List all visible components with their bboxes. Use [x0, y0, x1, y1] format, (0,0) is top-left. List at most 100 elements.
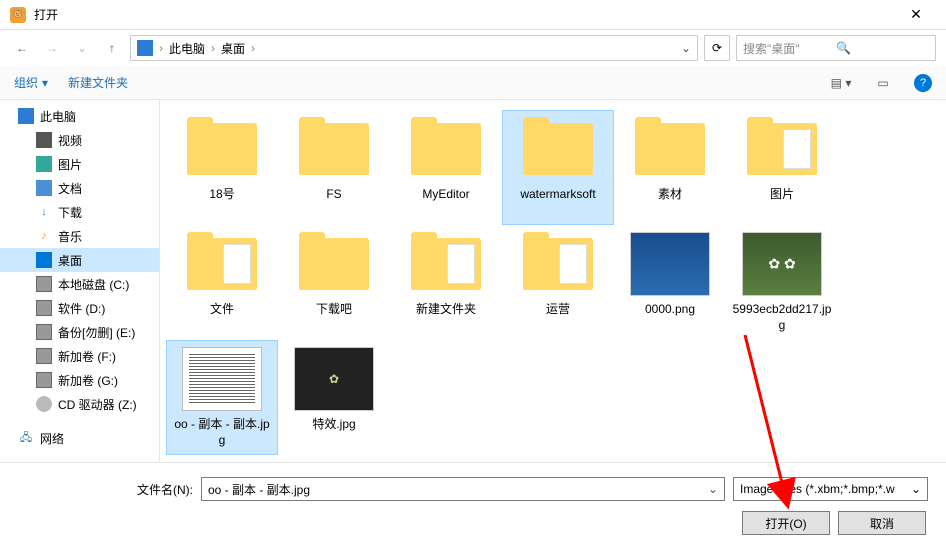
sidebar-item-vid[interactable]: 视频 [0, 128, 159, 152]
folder-item[interactable]: MyEditor [390, 110, 502, 225]
file-item[interactable]: 5993ecb2dd217.jpg [726, 225, 838, 340]
up-button[interactable]: ↑ [100, 36, 124, 60]
item-label: 文件 [210, 302, 234, 318]
e-icon [36, 324, 52, 340]
search-input[interactable]: 搜索"桌面" 🔍 [736, 35, 936, 61]
chevron-right-icon: › [159, 41, 163, 55]
thumbnail [182, 232, 262, 296]
item-label: watermarksoft [520, 187, 595, 203]
desk-icon [36, 252, 52, 268]
item-label: oo - 副本 - 副本.jpg [171, 417, 273, 448]
refresh-button[interactable]: ⟳ [704, 35, 730, 61]
thumbnail [406, 232, 486, 296]
dl-icon: ↓ [36, 204, 52, 220]
recent-dropdown-icon[interactable]: ⌄ [70, 36, 94, 60]
chevron-right-icon: › [211, 41, 215, 55]
thumbnail [182, 117, 262, 181]
file-type-filter[interactable]: Image Files (*.xbm;*.bmp;*.w ⌄ [733, 477, 928, 501]
thumbnail [182, 347, 262, 411]
chevron-down-icon: ▾ [42, 76, 48, 90]
item-label: 运营 [546, 302, 570, 318]
chevron-down-icon[interactable]: ⌄ [911, 482, 921, 496]
sidebar-item-f[interactable]: 新加卷 (F:) [0, 344, 159, 368]
view-icons-button[interactable]: ▤ ▾ [830, 76, 852, 90]
view-preview-button[interactable]: ▭ [872, 76, 894, 90]
item-label: FS [326, 187, 341, 203]
thumbnail [742, 117, 822, 181]
chevron-right-icon: › [251, 41, 255, 55]
item-label: 图片 [770, 187, 794, 203]
search-placeholder: 搜索"桌面" [743, 40, 836, 57]
doc-icon [36, 180, 52, 196]
address-bar[interactable]: › 此电脑 › 桌面 › ⌄ [130, 35, 698, 61]
sidebar-item-dl[interactable]: ↓下载 [0, 200, 159, 224]
vid-icon [36, 132, 52, 148]
folder-item[interactable]: 新建文件夹 [390, 225, 502, 340]
file-item[interactable]: oo - 副本 - 副本.jpg [166, 340, 278, 455]
folder-item[interactable]: FS [278, 110, 390, 225]
thumbnail [742, 232, 822, 296]
sidebar-item-d[interactable]: 软件 (D:) [0, 296, 159, 320]
file-item[interactable]: 特效.jpg [278, 340, 390, 455]
folder-item[interactable]: watermarksoft [502, 110, 614, 225]
sidebar-item-pc[interactable]: 此电脑 [0, 104, 159, 128]
help-icon[interactable]: ? [914, 74, 932, 92]
f-icon [36, 348, 52, 364]
sidebar-item-network[interactable]: 🖧 网络 [0, 426, 159, 450]
filename-label: 文件名(N): [18, 481, 193, 498]
d-icon [36, 300, 52, 316]
file-item[interactable]: 0000.png [614, 225, 726, 340]
sidebar-item-mus[interactable]: ♪音乐 [0, 224, 159, 248]
pc-icon [18, 108, 34, 124]
thumbnail [406, 117, 486, 181]
item-label: MyEditor [422, 187, 469, 203]
c-icon [36, 276, 52, 292]
item-label: 特效.jpg [312, 417, 355, 433]
folder-item[interactable]: 文件 [166, 225, 278, 340]
item-label: 18号 [209, 187, 234, 203]
cancel-button[interactable]: 取消 [838, 511, 926, 535]
organize-menu[interactable]: 组织 ▾ [14, 74, 48, 91]
item-label: 素材 [658, 187, 682, 203]
thumbnail [294, 347, 374, 411]
folder-item[interactable]: 素材 [614, 110, 726, 225]
folder-item[interactable]: 图片 [726, 110, 838, 225]
back-button[interactable]: ← [10, 36, 34, 60]
g-icon [36, 372, 52, 388]
sidebar-item-g[interactable]: 新加卷 (G:) [0, 368, 159, 392]
thumbnail [294, 117, 374, 181]
mus-icon: ♪ [36, 228, 52, 244]
item-label: 0000.png [645, 302, 695, 318]
sidebar-item-z[interactable]: CD 驱动器 (Z:) [0, 392, 159, 416]
item-label: 5993ecb2dd217.jpg [731, 302, 833, 333]
breadcrumb-pc[interactable]: 此电脑 [169, 40, 205, 57]
window-title: 打开 [34, 6, 896, 23]
folder-item[interactable]: 运营 [502, 225, 614, 340]
sidebar-item-c[interactable]: 本地磁盘 (C:) [0, 272, 159, 296]
sidebar-item-e[interactable]: 备份[勿删] (E:) [0, 320, 159, 344]
filename-input[interactable]: oo - 副本 - 副本.jpg ⌄ [201, 477, 725, 501]
breadcrumb-desktop[interactable]: 桌面 [221, 40, 245, 57]
thumbnail [630, 232, 710, 296]
item-label: 下载吧 [316, 302, 352, 318]
network-icon: 🖧 [18, 430, 34, 446]
pc-icon [137, 40, 153, 56]
search-icon[interactable]: 🔍 [836, 41, 929, 55]
close-icon[interactable]: ✕ [896, 6, 936, 23]
forward-button[interactable]: → [40, 36, 64, 60]
thumbnail [630, 117, 710, 181]
thumbnail [518, 232, 598, 296]
sidebar-item-pic[interactable]: 图片 [0, 152, 159, 176]
app-icon: 🐵 [10, 7, 26, 23]
new-folder-button[interactable]: 新建文件夹 [68, 74, 128, 91]
folder-item[interactable]: 下载吧 [278, 225, 390, 340]
address-dropdown-icon[interactable]: ⌄ [681, 41, 691, 55]
item-label: 新建文件夹 [416, 302, 476, 318]
sidebar-item-doc[interactable]: 文档 [0, 176, 159, 200]
folder-item[interactable]: 18号 [166, 110, 278, 225]
sidebar-item-desk[interactable]: 桌面 [0, 248, 159, 272]
open-button[interactable]: 打开(O) [742, 511, 830, 535]
file-grid: 18号 FS MyEditor watermarksoft 素材 图片文件 下载吧 新建文件夹… [160, 100, 946, 462]
z-icon [36, 396, 52, 412]
chevron-down-icon[interactable]: ⌄ [708, 482, 718, 496]
